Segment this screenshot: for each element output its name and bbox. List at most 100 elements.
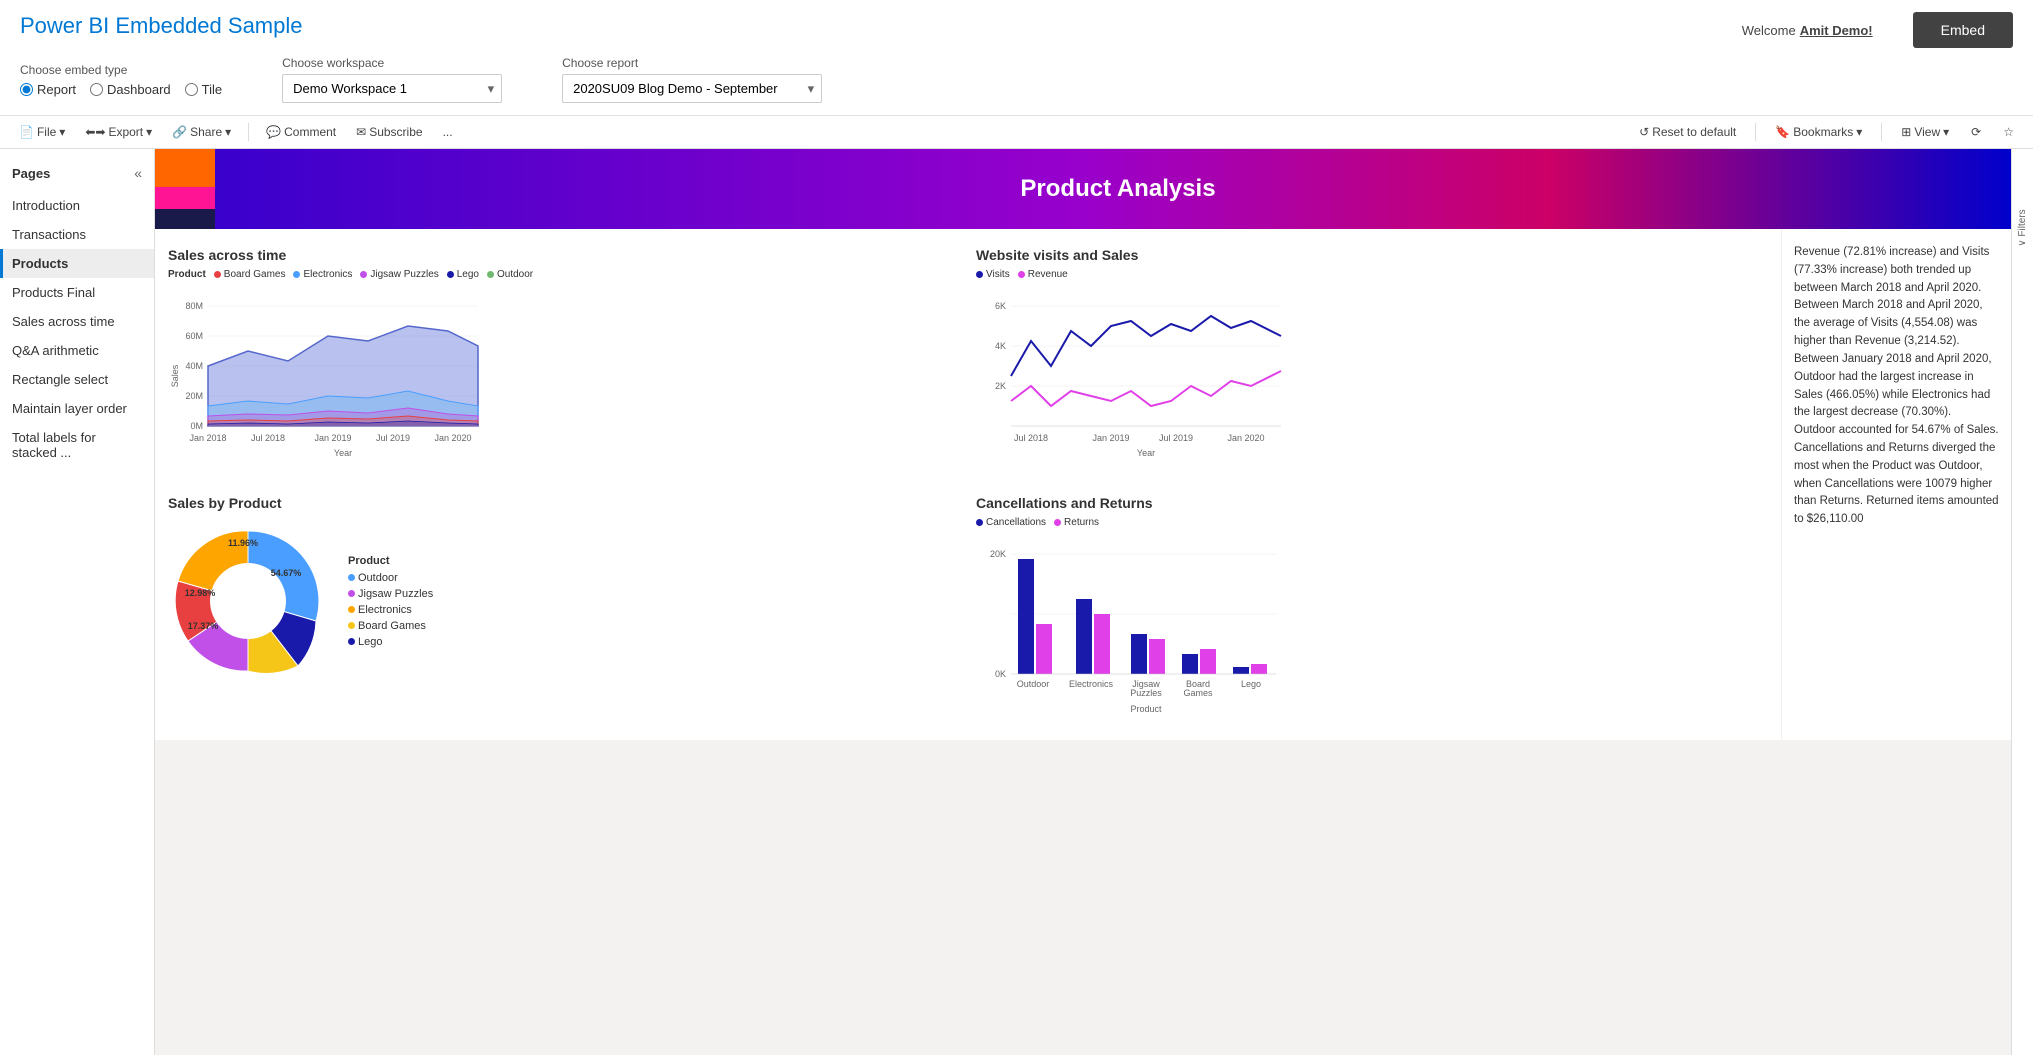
reset-button[interactable]: ↺ Reset to default <box>1632 122 1743 142</box>
report-select-wrapper[interactable]: 2020SU09 Blog Demo - September <box>562 74 822 103</box>
legend-board-games: Board Games <box>214 269 286 280</box>
sidebar-item-transactions[interactable]: Transactions <box>0 220 154 249</box>
share-button[interactable]: 🔗 Share ▾ <box>165 122 238 142</box>
sidebar-header: Pages « <box>0 159 154 191</box>
workspace-select[interactable]: Demo Workspace 1 <box>282 74 502 103</box>
legend-electronics-donut: Electronics <box>348 604 433 616</box>
colored-blocks <box>155 149 215 229</box>
insight-5: Cancellations and Returns diverged the m… <box>1794 440 1999 529</box>
sales-product-title: Sales by Product <box>168 495 960 511</box>
legend-lego: Lego <box>447 269 479 280</box>
star-icon: ☆ <box>2003 125 2014 139</box>
insight-3: Between January 2018 and April 2020, Out… <box>1794 351 1999 422</box>
charts-grid: Sales across time Product Board Games El… <box>155 229 1781 740</box>
file-button[interactable]: 📄 File ▾ <box>12 122 72 142</box>
bookmarks-button[interactable]: 🔖 Bookmarks ▾ <box>1768 122 1869 142</box>
star-button[interactable]: ☆ <box>1996 122 2021 142</box>
svg-text:6K: 6K <box>995 301 1006 311</box>
file-icon: 📄 <box>19 125 34 139</box>
legend-outdoor-donut: Outdoor <box>348 572 433 584</box>
svg-text:0M: 0M <box>190 421 203 431</box>
bar-elec-return <box>1094 614 1110 674</box>
sidebar-item-introduction[interactable]: Introduction <box>0 191 154 220</box>
svg-text:Product: Product <box>1130 704 1162 714</box>
svg-text:80M: 80M <box>185 301 203 311</box>
report-label: Choose report <box>562 56 822 70</box>
bar-lego-return <box>1251 664 1267 674</box>
workspace-select-wrapper[interactable]: Demo Workspace 1 <box>282 74 502 103</box>
legend-jigsaw-donut: Jigsaw Puzzles <box>348 588 433 600</box>
svg-text:54.67%: 54.67% <box>271 568 302 578</box>
svg-text:Year: Year <box>334 448 352 458</box>
export-button[interactable]: ⬅➡ Export ▾ <box>78 122 159 142</box>
sidebar-item-total-labels[interactable]: Total labels for stacked ... <box>0 423 154 467</box>
radio-tile[interactable]: Tile <box>185 82 222 97</box>
welcome-user: Amit Demo! <box>1800 23 1873 38</box>
legend-visits: Visits <box>976 269 1010 280</box>
sidebar-item-sales-time[interactable]: Sales across time <box>0 307 154 336</box>
svg-text:Year: Year <box>1137 448 1155 458</box>
embed-type-section: Choose embed type Report Dashboard Tile <box>20 63 222 97</box>
toolbar-sep-1 <box>248 123 249 141</box>
radio-dashboard-label: Dashboard <box>107 82 171 97</box>
website-visits-chart: Website visits and Sales Visits Revenue … <box>968 239 1776 487</box>
legend-outdoor: Outdoor <box>487 269 533 280</box>
header-banner: Product Analysis <box>155 149 2011 229</box>
sales-time-svg: 80M 60M 40M 20M 0M Sales <box>168 286 488 476</box>
report-area: Product Analysis Sales across time Produ… <box>155 149 2011 1055</box>
svg-text:Games: Games <box>1183 688 1213 698</box>
subscribe-button[interactable]: ✉ Subscribe <box>349 122 429 142</box>
report-selector: Choose report 2020SU09 Blog Demo - Septe… <box>562 56 822 103</box>
charts-insights-row: Sales across time Product Board Games El… <box>155 229 2011 740</box>
reset-icon: ↺ <box>1639 125 1649 139</box>
svg-text:Jul 2019: Jul 2019 <box>376 433 410 443</box>
radio-dashboard[interactable]: Dashboard <box>90 82 171 97</box>
view-icon: ⊞ <box>1901 125 1911 139</box>
donut-legend: Product Outdoor Jigsaw Puzzles Electroni… <box>348 555 433 648</box>
bar-lego-cancel <box>1233 667 1249 674</box>
legend-jigsaw: Jigsaw Puzzles <box>360 269 438 280</box>
bar-jig-return <box>1149 639 1165 674</box>
report-select[interactable]: 2020SU09 Blog Demo - September <box>562 74 822 103</box>
bar-outdoor-cancel <box>1018 559 1034 674</box>
cancellations-legend: Cancellations Returns <box>976 517 1768 528</box>
sidebar-item-products-final[interactable]: Products Final <box>0 278 154 307</box>
sidebar-item-products[interactable]: Products <box>0 249 154 278</box>
sidebar-item-rect-select[interactable]: Rectangle select <box>0 365 154 394</box>
cancellations-chart: Cancellations and Returns Cancellations … <box>968 487 1776 730</box>
share-icon: 🔗 <box>172 125 187 139</box>
legend-lego-donut: Lego <box>348 636 433 648</box>
radio-tile-label: Tile <box>202 82 222 97</box>
svg-text:0K: 0K <box>995 669 1006 679</box>
sidebar-item-qa[interactable]: Q&A arithmetic <box>0 336 154 365</box>
refresh-button[interactable]: ⟳ <box>1964 122 1988 142</box>
comment-button[interactable]: 💬 Comment <box>259 122 343 142</box>
embed-button[interactable]: Embed <box>1913 12 2013 48</box>
svg-text:Jul 2018: Jul 2018 <box>251 433 285 443</box>
radio-report[interactable]: Report <box>20 82 76 97</box>
svg-text:Jul 2019: Jul 2019 <box>1159 433 1193 443</box>
svg-text:Jan 2019: Jan 2019 <box>314 433 351 443</box>
workspace-selector: Choose workspace Demo Workspace 1 <box>282 56 502 103</box>
svg-text:40M: 40M <box>185 361 203 371</box>
refresh-icon: ⟳ <box>1971 125 1981 139</box>
filters-panel[interactable]: ∨ Filters <box>2011 149 2033 1055</box>
bar-jig-cancel <box>1131 634 1147 674</box>
bar-bg-return <box>1200 649 1216 674</box>
sidebar: Pages « Introduction Transactions Produc… <box>0 149 155 1055</box>
sidebar-collapse-button[interactable]: « <box>134 165 142 181</box>
website-visits-title: Website visits and Sales <box>976 247 1768 263</box>
svg-text:Jan 2020: Jan 2020 <box>434 433 471 443</box>
more-button[interactable]: ... <box>436 122 460 142</box>
legend-cancellations: Cancellations <box>976 517 1046 528</box>
subscribe-icon: ✉ <box>356 125 366 139</box>
sidebar-item-maintain-layer[interactable]: Maintain layer order <box>0 394 154 423</box>
insight-2: Between March 2018 and April 2020, the a… <box>1794 297 1999 350</box>
view-button[interactable]: ⊞ View ▾ <box>1894 122 1956 142</box>
insight-4: Outdoor accounted for 54.67% of Sales. <box>1794 422 1999 440</box>
filters-label: ∨ Filters <box>2017 209 2028 247</box>
svg-text:20K: 20K <box>990 549 1006 559</box>
radio-group[interactable]: Report Dashboard Tile <box>20 82 222 97</box>
sales-time-title: Sales across time <box>168 247 960 263</box>
toolbar-right: ↺ Reset to default 🔖 Bookmarks ▾ ⊞ View … <box>1632 122 2021 142</box>
